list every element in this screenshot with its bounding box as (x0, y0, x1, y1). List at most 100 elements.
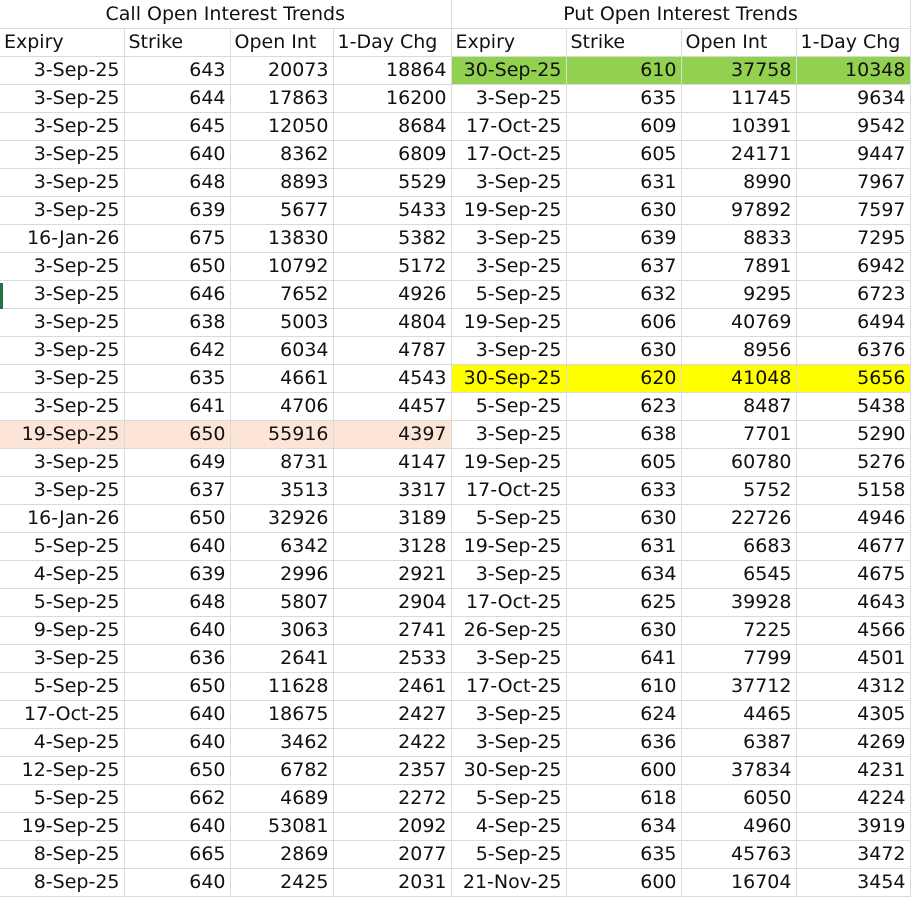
put-strike-cell[interactable]: 636 (566, 728, 682, 757)
put-open-int-cell[interactable]: 8956 (681, 336, 797, 365)
call-open-int-cell[interactable]: 3063 (230, 616, 334, 645)
call-1day-chg-cell[interactable]: 4804 (333, 308, 452, 337)
call-1day-chg-cell[interactable]: 3128 (333, 532, 452, 561)
call-strike-cell[interactable]: 649 (124, 448, 231, 477)
call-open-int-cell[interactable]: 5003 (230, 308, 334, 337)
call-strike-cell[interactable]: 640 (124, 868, 231, 897)
put-1day-chg-cell[interactable]: 5158 (796, 476, 911, 505)
put-open-int-cell[interactable]: 7701 (681, 420, 797, 449)
put-open-int-cell[interactable]: 60780 (681, 448, 797, 477)
put-expiry-cell[interactable]: 17-Oct-25 (451, 112, 567, 141)
call-1day-chg-cell[interactable]: 4397 (333, 420, 452, 449)
call-1day-chg-cell[interactable]: 5382 (333, 224, 452, 253)
call-strike-cell[interactable]: 645 (124, 112, 231, 141)
put-expiry-cell[interactable]: 3-Sep-25 (451, 644, 567, 673)
put-strike-cell[interactable]: 630 (566, 616, 682, 645)
call-strike-cell[interactable]: 650 (124, 672, 231, 701)
put-open-int-cell[interactable]: 45763 (681, 840, 797, 869)
call-expiry-cell[interactable]: 3-Sep-25 (0, 84, 125, 113)
put-open-int-cell[interactable]: 4465 (681, 700, 797, 729)
put-open-int-cell[interactable]: 41048 (681, 364, 797, 393)
call-open-int-cell[interactable]: 3513 (230, 476, 334, 505)
put-strike-cell[interactable]: 638 (566, 420, 682, 449)
call-title-cell[interactable]: Call Open Interest Trends (0, 0, 452, 29)
call-open-int-cell[interactable]: 13830 (230, 224, 334, 253)
call-strike-cell[interactable]: 640 (124, 140, 231, 169)
put-expiry-cell[interactable]: 30-Sep-25 (451, 364, 567, 393)
call-expiry-cell[interactable]: 3-Sep-25 (0, 308, 125, 337)
call-expiry-cell[interactable]: 3-Sep-25 (0, 644, 125, 673)
call-strike-cell[interactable]: 635 (124, 364, 231, 393)
call-1day-chg-cell[interactable]: 2092 (333, 812, 452, 841)
call-expiry-cell[interactable]: 16-Jan-26 (0, 504, 125, 533)
call-1day-chg-cell[interactable]: 2272 (333, 784, 452, 813)
put-1day-chg-cell[interactable]: 4312 (796, 672, 911, 701)
call-strike-cell[interactable]: 637 (124, 476, 231, 505)
call-open-int-cell[interactable]: 2641 (230, 644, 334, 673)
call-1day-chg-cell[interactable]: 3189 (333, 504, 452, 533)
call-strike-cell[interactable]: 641 (124, 392, 231, 421)
call-expiry-cell[interactable]: 5-Sep-25 (0, 532, 125, 561)
put-1day-chg-cell[interactable]: 4566 (796, 616, 911, 645)
put-expiry-cell[interactable]: 17-Oct-25 (451, 588, 567, 617)
call-expiry-cell[interactable]: 19-Sep-25 (0, 812, 125, 841)
put-expiry-cell[interactable]: 3-Sep-25 (451, 560, 567, 589)
put-open-int-cell[interactable]: 16704 (681, 868, 797, 897)
call-expiry-cell[interactable]: 16-Jan-26 (0, 224, 125, 253)
put-1day-chg-cell[interactable]: 4269 (796, 728, 911, 757)
call-1day-chg-cell[interactable]: 2422 (333, 728, 452, 757)
call-open-int-cell[interactable]: 8893 (230, 168, 334, 197)
put-1day-chg-cell[interactable]: 9542 (796, 112, 911, 141)
put-expiry-cell[interactable]: 3-Sep-25 (451, 168, 567, 197)
call-expiry-cell[interactable]: 9-Sep-25 (0, 616, 125, 645)
call-open-int-cell[interactable]: 6034 (230, 336, 334, 365)
put-1day-chg-cell[interactable]: 4643 (796, 588, 911, 617)
put-expiry-cell[interactable]: 3-Sep-25 (451, 728, 567, 757)
put-1day-chg-cell[interactable]: 4675 (796, 560, 911, 589)
call-expiry-cell[interactable]: 3-Sep-25 (0, 252, 125, 281)
call-strike-cell[interactable]: 648 (124, 168, 231, 197)
call-strike-cell[interactable]: 650 (124, 420, 231, 449)
put-expiry-cell[interactable]: 19-Sep-25 (451, 448, 567, 477)
put-expiry-cell[interactable]: 30-Sep-25 (451, 56, 567, 85)
call-1day-chg-cell[interactable]: 2077 (333, 840, 452, 869)
call-open-int-cell[interactable]: 53081 (230, 812, 334, 841)
put-1day-chg-cell[interactable]: 3472 (796, 840, 911, 869)
put-open-int-cell[interactable]: 6387 (681, 728, 797, 757)
call-strike-cell[interactable]: 638 (124, 308, 231, 337)
put-expiry-cell[interactable]: 5-Sep-25 (451, 840, 567, 869)
put-expiry-cell[interactable]: 3-Sep-25 (451, 700, 567, 729)
put-1day-chg-cell[interactable]: 4501 (796, 644, 911, 673)
call-1day-chg-cell[interactable]: 2427 (333, 700, 452, 729)
put-header-expiry[interactable]: Expiry (451, 28, 567, 57)
put-strike-cell[interactable]: 623 (566, 392, 682, 421)
put-strike-cell[interactable]: 605 (566, 140, 682, 169)
call-header-expiry[interactable]: Expiry (0, 28, 125, 57)
call-1day-chg-cell[interactable]: 2741 (333, 616, 452, 645)
call-strike-cell[interactable]: 640 (124, 616, 231, 645)
call-open-int-cell[interactable]: 8731 (230, 448, 334, 477)
put-expiry-cell[interactable]: 17-Oct-25 (451, 672, 567, 701)
call-expiry-cell[interactable]: 3-Sep-25 (0, 364, 125, 393)
call-1day-chg-cell[interactable]: 4147 (333, 448, 452, 477)
put-expiry-cell[interactable]: 3-Sep-25 (451, 336, 567, 365)
call-expiry-cell[interactable]: 4-Sep-25 (0, 728, 125, 757)
put-open-int-cell[interactable]: 37834 (681, 756, 797, 785)
put-1day-chg-cell[interactable]: 7597 (796, 196, 911, 225)
put-open-int-cell[interactable]: 5752 (681, 476, 797, 505)
call-1day-chg-cell[interactable]: 2921 (333, 560, 452, 589)
put-strike-cell[interactable]: 600 (566, 868, 682, 897)
call-open-int-cell[interactable]: 55916 (230, 420, 334, 449)
call-open-int-cell[interactable]: 6342 (230, 532, 334, 561)
call-header-strike[interactable]: Strike (124, 28, 231, 57)
put-expiry-cell[interactable]: 5-Sep-25 (451, 784, 567, 813)
put-header-strike[interactable]: Strike (566, 28, 682, 57)
call-expiry-cell[interactable]: 3-Sep-25 (0, 280, 125, 309)
call-1day-chg-cell[interactable]: 2031 (333, 868, 452, 897)
put-expiry-cell[interactable]: 30-Sep-25 (451, 756, 567, 785)
put-1day-chg-cell[interactable]: 3919 (796, 812, 911, 841)
call-1day-chg-cell[interactable]: 3317 (333, 476, 452, 505)
put-strike-cell[interactable]: 639 (566, 224, 682, 253)
call-open-int-cell[interactable]: 4689 (230, 784, 334, 813)
call-expiry-cell[interactable]: 3-Sep-25 (0, 448, 125, 477)
